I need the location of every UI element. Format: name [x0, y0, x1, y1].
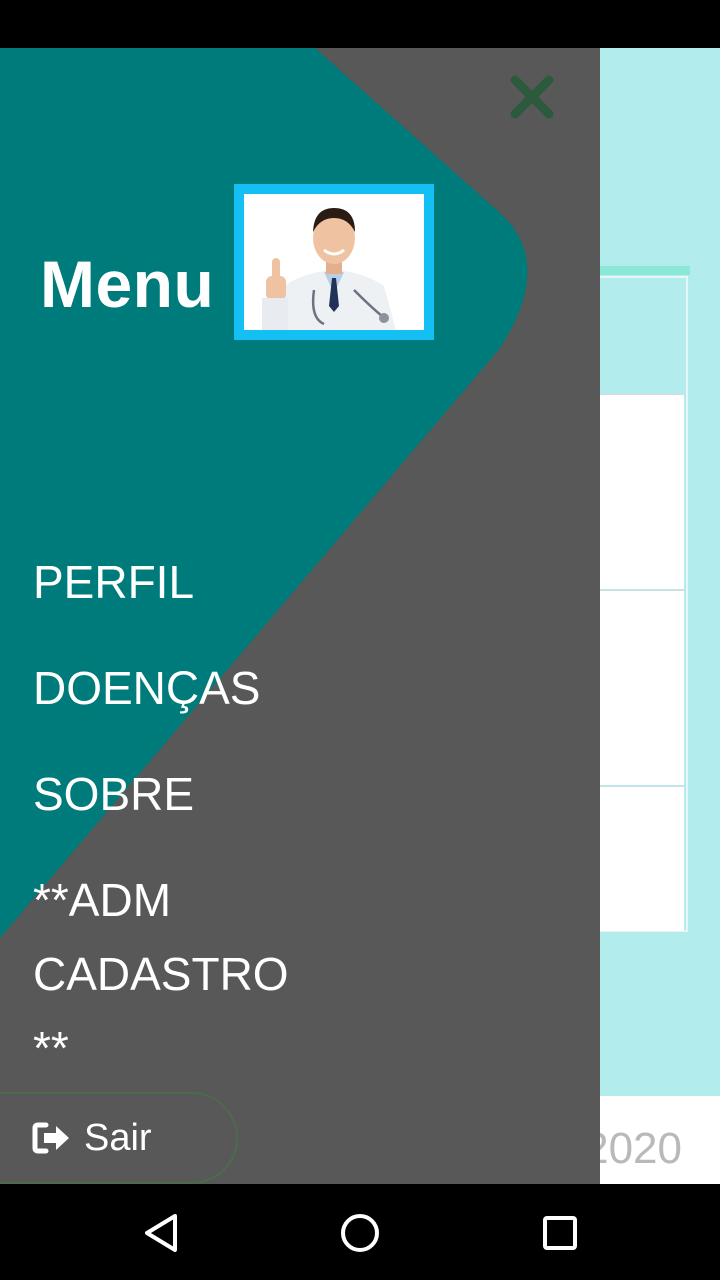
back-icon	[145, 1214, 177, 1252]
back-button[interactable]	[136, 1208, 186, 1258]
list-item[interactable]	[598, 786, 684, 931]
recents-button[interactable]	[535, 1208, 585, 1258]
close-icon	[510, 75, 554, 119]
doctor-photo	[244, 194, 424, 330]
avatar	[234, 184, 434, 340]
sign-out-icon	[32, 1121, 72, 1155]
drawer-title: Menu	[40, 247, 215, 321]
logout-label: Sair	[84, 1116, 152, 1159]
content-card	[596, 276, 688, 932]
menu-item-doencas[interactable]: DOENÇAS	[33, 651, 433, 757]
logout-button[interactable]: Sair	[0, 1092, 238, 1184]
navigation-drawer: Menu PERFIL DOENÇAS SOBRE **ADM CADASTRO…	[0, 48, 600, 1184]
list-item[interactable]	[598, 394, 684, 589]
drawer-menu: PERFIL DOENÇAS SOBRE **ADM CADASTRO **	[33, 545, 433, 1085]
menu-item-adm-cadastro[interactable]: **ADM CADASTRO **	[33, 863, 333, 1085]
recents-icon	[543, 1216, 577, 1250]
home-button[interactable]	[335, 1208, 385, 1258]
system-navigation-bar	[0, 1184, 720, 1280]
status-bar	[0, 0, 720, 48]
list-item[interactable]	[598, 590, 684, 785]
card-accent-strip	[600, 266, 690, 275]
home-icon	[341, 1214, 379, 1252]
menu-item-sobre[interactable]: SOBRE	[33, 757, 433, 863]
menu-item-perfil[interactable]: PERFIL	[33, 545, 433, 651]
close-button[interactable]	[505, 70, 559, 124]
